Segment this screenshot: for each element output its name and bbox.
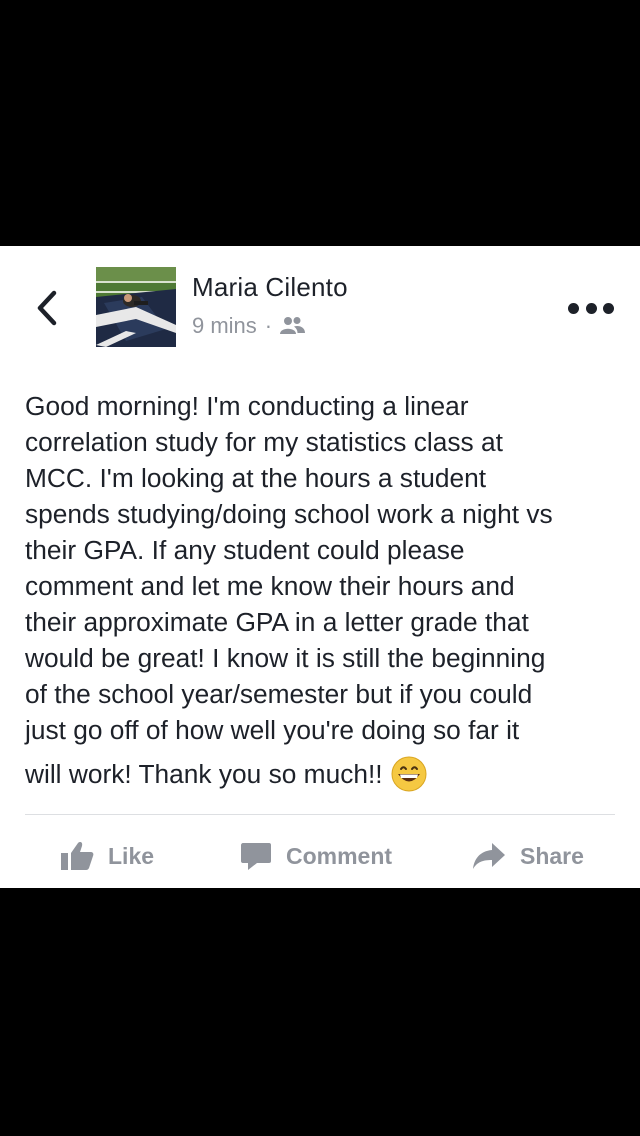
share-arrow-icon: [473, 843, 505, 869]
meta-separator: ·: [264, 313, 273, 338]
post-line: comment and let me know their hours and: [25, 571, 515, 601]
post-line: just go off of how well you're doing so …: [25, 715, 520, 745]
author-name[interactable]: Maria Cilento: [192, 272, 348, 303]
comment-icon: [241, 843, 271, 870]
comment-label: Comment: [286, 842, 393, 869]
post-body: Good morning! I'm conducting a linear co…: [25, 388, 625, 792]
post-line: their GPA. If any student could please: [25, 535, 465, 565]
share-label: Share: [520, 842, 584, 869]
post-line: will work! Thank you so much!!: [25, 759, 383, 789]
dot: [568, 302, 579, 314]
share-button[interactable]: Share: [472, 836, 584, 876]
chevron-left-icon: [37, 290, 57, 326]
post-time[interactable]: 9 mins: [192, 313, 257, 339]
post-line: of the school year/semester but if you c…: [25, 679, 533, 709]
avatar-image: [96, 267, 176, 347]
post-line: Good morning! I'm conducting a linear: [25, 391, 469, 421]
post-meta: 9 mins ·: [192, 313, 306, 339]
post-line: correlation study for my statistics clas…: [25, 427, 503, 457]
post-line: would be great! I know it is still the b…: [25, 643, 546, 673]
friends-icon: [280, 317, 306, 334]
divider: [25, 814, 615, 815]
dot: [585, 302, 597, 314]
post-line: MCC. I'm looking at the hours a student: [25, 463, 487, 493]
post-line-last: will work! Thank you so much!!: [25, 756, 625, 792]
comment-button[interactable]: Comment: [240, 836, 392, 876]
more-options-button[interactable]: [568, 298, 614, 318]
post-line: spends studying/doing school work a nigh…: [25, 499, 553, 529]
dot: [603, 302, 614, 314]
back-button[interactable]: [30, 288, 64, 328]
like-label: Like: [108, 842, 155, 869]
post-line: their approximate GPA in a letter grade …: [25, 607, 529, 637]
thumbs-up-icon: [61, 842, 94, 870]
avatar[interactable]: [96, 267, 176, 347]
like-button[interactable]: Like: [60, 836, 154, 876]
grinning-face-icon: [391, 756, 427, 792]
